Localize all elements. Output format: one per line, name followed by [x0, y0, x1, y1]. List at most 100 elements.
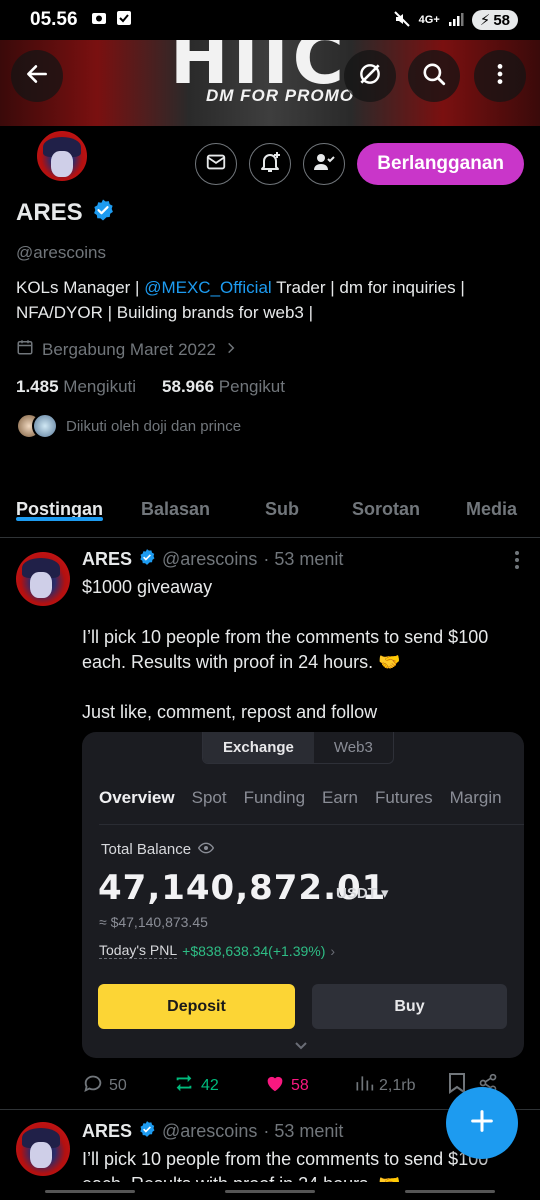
profile-avatar[interactable] — [34, 128, 90, 184]
active-tab-indicator — [16, 517, 104, 521]
profile-info: ARES @arescoins KOLs Manager | @MEXC_Off… — [16, 198, 526, 439]
banner-promo-text: DM FOR PROMO — [206, 86, 354, 105]
camera-notification-icon — [90, 9, 108, 32]
followers-stat[interactable]: 58.966 Pengikut — [162, 377, 285, 397]
post-text: $1000 giveaway I’ll pick 10 people from … — [82, 577, 489, 722]
segment-exchange: Exchange — [203, 732, 314, 763]
tab-label: Media — [466, 499, 518, 519]
tab-label: Balasan — [141, 499, 211, 519]
like-count: 58 — [291, 1076, 309, 1094]
post-media-image[interactable]: Exchange Web3 Overview Spot Funding Earn… — [82, 732, 524, 1058]
display-name: ARES — [16, 198, 83, 226]
subscribe-button[interactable]: Berlangganan — [357, 143, 524, 185]
followed-by-text: Diikuti oleh doji dan prince — [66, 417, 242, 435]
nav-bar-segment[interactable] — [225, 1189, 315, 1193]
search-button[interactable] — [408, 50, 460, 102]
follow-stats: 1.485 Mengikuti 58.966 Pengikut — [16, 377, 526, 397]
bio-mention-link[interactable]: @MEXC_Official — [144, 278, 271, 297]
plus-icon — [468, 1107, 496, 1140]
post-time: · 53 menit — [263, 549, 344, 569]
pnl-label: Today's PNL — [99, 942, 178, 959]
more-vertical-icon — [487, 61, 513, 92]
followers-label: Pengikut — [218, 377, 285, 396]
nav-bar-segment[interactable] — [45, 1189, 135, 1193]
battery-level: 58 — [493, 11, 510, 29]
more-vertical-icon — [514, 551, 520, 575]
mute-icon — [393, 10, 411, 31]
wallet-tab-overview: Overview — [99, 788, 175, 807]
post-author-handle: @arescoins — [162, 549, 258, 569]
wallet-divider — [99, 824, 524, 825]
bio-prefix: KOLs Manager | — [16, 278, 145, 297]
nav-bar-segment[interactable] — [405, 1189, 495, 1193]
tab-label: Sorotan — [352, 499, 421, 519]
profile-tabs: Postingan Balasan Sub Sorotan Media — [0, 486, 540, 538]
verified-badge-icon[interactable] — [91, 198, 115, 227]
envelope-icon — [205, 151, 227, 178]
verified-badge-icon — [138, 548, 156, 571]
joined-label: Bergabung Maret 2022 — [42, 339, 216, 359]
reply-button[interactable]: 50 — [82, 1072, 172, 1099]
views-chart-icon — [354, 1073, 374, 1098]
heart-filled-icon — [264, 1072, 286, 1099]
calendar-icon — [16, 338, 34, 361]
message-button[interactable] — [195, 143, 238, 185]
tab-sorotan[interactable]: Sorotan — [352, 486, 420, 520]
today-pnl: Today's PNL +$838,638.34(+1.39%) › — [99, 942, 335, 959]
views-count: 2,1rb — [379, 1076, 416, 1094]
more-options-button[interactable] — [474, 50, 526, 102]
back-button[interactable] — [11, 50, 63, 102]
compose-post-button[interactable] — [446, 1087, 518, 1159]
wallet-tab-funding: Funding — [243, 788, 306, 807]
like-button[interactable]: 58 — [264, 1072, 354, 1099]
post-avatar[interactable] — [16, 1122, 70, 1176]
followers-count: 58.966 — [162, 377, 215, 396]
buy-button-image: Buy — [312, 984, 507, 1029]
wallet-tab-margin: Margin — [449, 788, 502, 807]
notify-button[interactable] — [249, 143, 292, 185]
tab-label: Sub — [265, 499, 299, 519]
profile-handle: @arescoins — [16, 243, 107, 262]
tab-balasan[interactable]: Balasan — [141, 486, 210, 520]
following-label: Mengikuti — [63, 377, 137, 396]
profile-bio: KOLs Manager | @MEXC_Official Trader | d… — [16, 275, 526, 325]
deposit-button-image: Deposit — [98, 984, 295, 1029]
tab-sub[interactable]: Sub — [265, 486, 299, 520]
post-avatar[interactable] — [16, 552, 70, 606]
post-author-handle: @arescoins — [162, 1121, 258, 1141]
chevron-right-icon — [224, 340, 238, 360]
views-button[interactable]: 2,1rb — [354, 1073, 448, 1098]
following-count: 1.485 — [16, 377, 59, 396]
repost-count: 42 — [201, 1076, 219, 1094]
wallet-tabs: Overview Spot Funding Earn Futures Margi… — [99, 788, 502, 808]
tab-media[interactable]: Media — [466, 486, 517, 520]
grok-button[interactable] — [344, 50, 396, 102]
charging-icon: ⚡ — [479, 12, 491, 29]
arrow-left-icon — [24, 61, 50, 92]
repost-icon — [172, 1072, 196, 1099]
post-author-name[interactable]: ARES — [82, 549, 132, 570]
segment-web3: Web3 — [333, 739, 373, 756]
wallet-tab-spot: Spot — [191, 788, 227, 807]
profile-actions: Berlangganan — [195, 143, 524, 185]
tab-label: Postingan — [16, 499, 104, 519]
check-notification-icon — [116, 10, 132, 31]
post-engagement-bar: 50 42 58 2,1rb — [82, 1072, 522, 1099]
tab-postingan[interactable]: Postingan — [16, 486, 104, 521]
battery-indicator: ⚡ 58 — [471, 10, 518, 30]
repost-button[interactable]: 42 — [172, 1072, 264, 1099]
joined-date[interactable]: Bergabung Maret 2022 — [16, 338, 526, 361]
bell-plus-icon — [258, 150, 282, 179]
signal-icon — [448, 11, 464, 30]
following-button[interactable] — [303, 143, 346, 185]
user-check-icon — [312, 150, 336, 179]
chevron-right-icon: › — [330, 942, 336, 959]
wallet-tab-earn: Earn — [322, 788, 358, 807]
following-stat[interactable]: 1.485 Mengikuti — [16, 377, 136, 397]
followed-by[interactable]: Diikuti oleh doji dan prince — [16, 413, 526, 439]
eye-icon — [197, 841, 215, 858]
pnl-value: +$838,638.34(+1.39%) — [182, 942, 326, 959]
post-more-button[interactable] — [514, 550, 520, 576]
search-icon — [421, 61, 447, 92]
post-author-name[interactable]: ARES — [82, 1121, 132, 1142]
